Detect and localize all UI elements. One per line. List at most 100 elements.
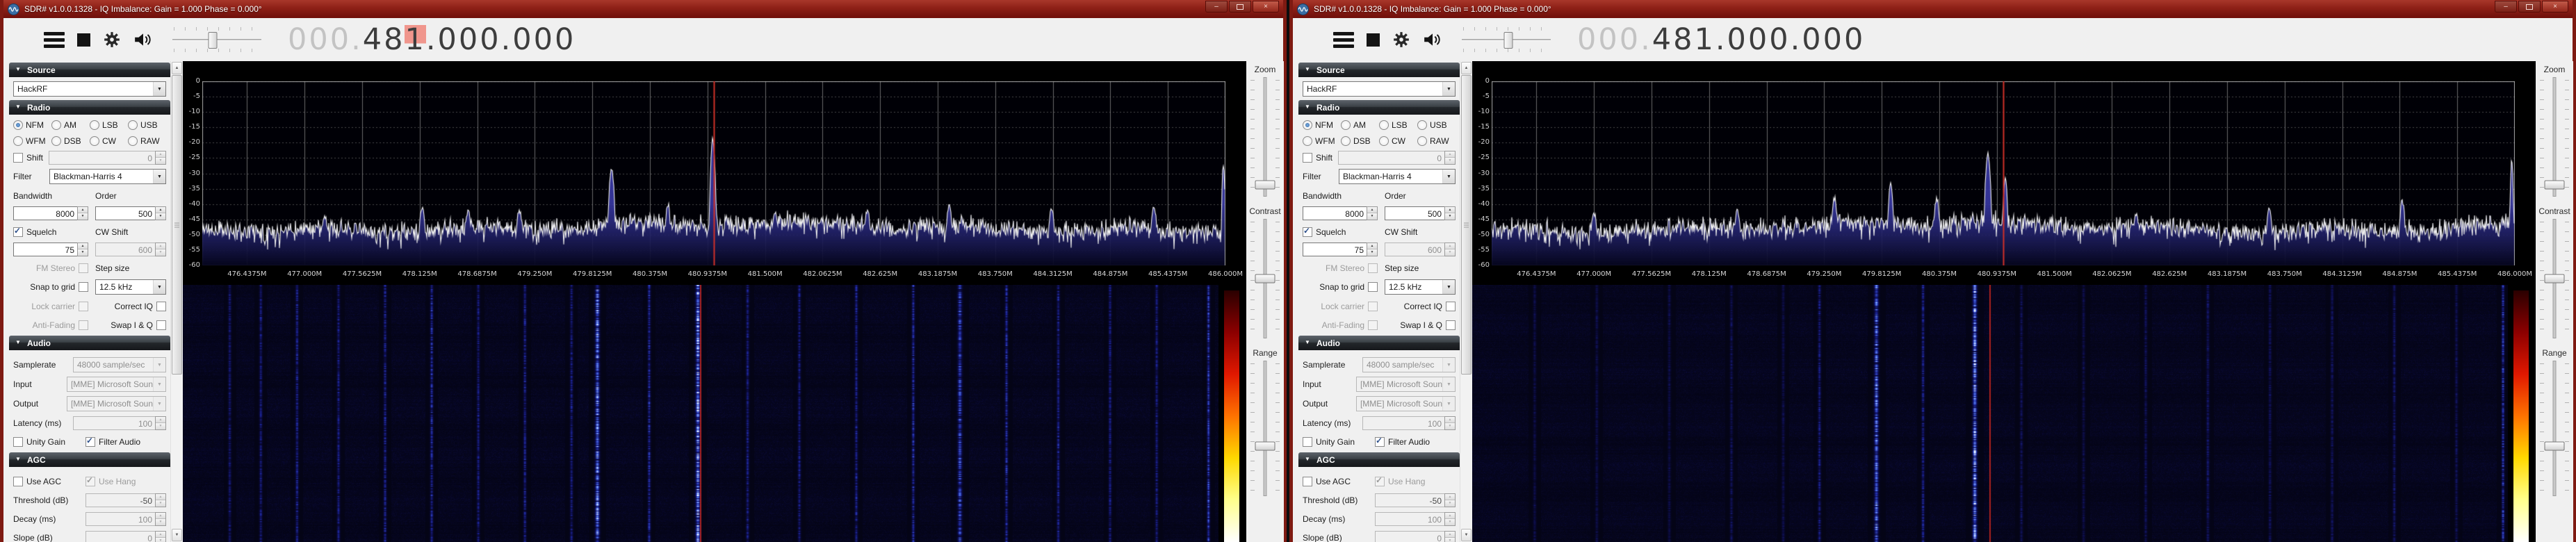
- mode-nfm-radio[interactable]: NFM: [1303, 120, 1341, 130]
- waterfall-display[interactable]: [183, 285, 1218, 542]
- scroll-up-arrow-icon[interactable]: ▲: [172, 62, 182, 74]
- radio-panel-header[interactable]: ▼ Radio: [9, 100, 170, 115]
- mode-wfm-radio[interactable]: WFM: [13, 136, 51, 146]
- frequency-digits[interactable]: .000.000: [1715, 22, 1865, 57]
- mode-raw-radio[interactable]: RAW: [1417, 136, 1456, 146]
- freq-digit-highlight[interactable]: 1: [1694, 25, 1715, 55]
- frequency-display[interactable]: 000.481.000.000: [288, 25, 576, 55]
- spectrum-plot[interactable]: [202, 81, 1225, 265]
- snap-to-grid-checkbox[interactable]: [1368, 282, 1378, 292]
- mode-dsb-radio[interactable]: DSB: [1341, 136, 1379, 146]
- maximize-button[interactable]: [1229, 1, 1251, 13]
- scroll-up-arrow-icon[interactable]: ▲: [1461, 62, 1472, 74]
- stop-button[interactable]: [1367, 33, 1380, 47]
- frequency-leading-zeros[interactable]: 000.: [1577, 22, 1652, 57]
- mode-cw-radio[interactable]: CW: [90, 136, 128, 146]
- correct-iq-checkbox[interactable]: [156, 302, 166, 311]
- squelch-input[interactable]: 75 ▲▼: [1303, 243, 1378, 256]
- source-device-select[interactable]: HackRF ▼: [1303, 81, 1456, 97]
- titlebar[interactable]: SDR# v1.0.0.1328 - IQ Imbalance: Gain = …: [3, 0, 1283, 18]
- contrast-slider[interactable]: [2539, 219, 2570, 338]
- mode-am-radio[interactable]: AM: [1341, 120, 1379, 130]
- volume-slider[interactable]: [1462, 27, 1551, 52]
- unity-gain-checkbox[interactable]: [13, 437, 23, 447]
- close-button[interactable]: ×: [1253, 1, 1279, 13]
- mode-lsb-radio[interactable]: LSB: [90, 120, 128, 130]
- squelch-input[interactable]: 75 ▲▼: [13, 243, 88, 256]
- volume-thumb[interactable]: [1503, 32, 1513, 49]
- mode-raw-radio[interactable]: RAW: [128, 136, 166, 146]
- radio-panel-header[interactable]: ▼ Radio: [1298, 100, 1460, 115]
- filter-select[interactable]: Blackman-Harris 4 ▼: [49, 169, 166, 184]
- use-agc-checkbox[interactable]: [13, 477, 23, 486]
- filter-select[interactable]: Blackman-Harris 4 ▼: [1339, 169, 1456, 184]
- range-slider[interactable]: [1250, 361, 1280, 496]
- maximize-button[interactable]: [2518, 1, 2541, 13]
- agc-panel-header[interactable]: ▼ AGC: [1298, 452, 1460, 467]
- step-size-select[interactable]: 12.5 kHz ▼: [95, 279, 166, 295]
- bandwidth-input[interactable]: 8000 ▲▼: [13, 206, 88, 220]
- mode-wfm-radio[interactable]: WFM: [1303, 136, 1341, 146]
- freq-digit-highlight[interactable]: 1: [405, 25, 425, 55]
- spinner-arrows-icon[interactable]: ▲▼: [1444, 206, 1456, 220]
- correct-iq-checkbox[interactable]: [1446, 302, 1456, 311]
- scrollbar-thumb[interactable]: [1461, 75, 1472, 375]
- audio-mute-button[interactable]: [1423, 31, 1442, 48]
- minimize-button[interactable]: –: [2495, 1, 2517, 13]
- order-input[interactable]: 500 ▲▼: [95, 206, 166, 220]
- mode-lsb-radio[interactable]: LSB: [1379, 120, 1417, 130]
- shift-checkbox[interactable]: [1303, 153, 1312, 163]
- filter-audio-checkbox[interactable]: [1375, 437, 1385, 447]
- volume-thumb[interactable]: [208, 32, 217, 49]
- slider-thumb[interactable]: [1255, 441, 1275, 450]
- audio-mute-button[interactable]: [133, 31, 153, 48]
- audio-panel-header[interactable]: ▼ Audio: [1298, 336, 1460, 350]
- mode-usb-radio[interactable]: USB: [1417, 120, 1456, 130]
- sidebar-scrollbar[interactable]: ▲ ▼: [1460, 61, 1472, 542]
- source-panel-header[interactable]: ▼ Source: [9, 63, 170, 77]
- stop-button[interactable]: [77, 33, 90, 47]
- scroll-down-arrow-icon[interactable]: ▼: [172, 529, 182, 541]
- mode-nfm-radio[interactable]: NFM: [13, 120, 51, 130]
- slider-thumb[interactable]: [1255, 274, 1275, 284]
- spinner-arrows-icon[interactable]: ▲▼: [77, 206, 88, 220]
- step-size-select[interactable]: 12.5 kHz ▼: [1385, 279, 1456, 295]
- scroll-down-arrow-icon[interactable]: ▼: [1461, 529, 1472, 541]
- zoom-slider[interactable]: [2539, 77, 2570, 197]
- zoom-slider[interactable]: [1250, 77, 1280, 197]
- volume-slider[interactable]: [172, 27, 261, 52]
- menu-button[interactable]: [44, 32, 65, 48]
- menu-button[interactable]: [1333, 32, 1354, 48]
- spinner-arrows-icon[interactable]: ▲▼: [1367, 243, 1378, 256]
- agc-panel-header[interactable]: ▼ AGC: [9, 452, 170, 467]
- settings-button[interactable]: [1392, 31, 1410, 49]
- titlebar[interactable]: SDR# v1.0.0.1328 - IQ Imbalance: Gain = …: [1293, 0, 2573, 18]
- spinner-arrows-icon[interactable]: ▲▼: [77, 243, 88, 256]
- spectrum-plot[interactable]: [1492, 81, 2515, 265]
- swap-iq-checkbox[interactable]: [1446, 320, 1456, 330]
- settings-button[interactable]: [103, 31, 121, 49]
- filter-audio-checkbox[interactable]: [85, 437, 95, 447]
- contrast-slider[interactable]: [1250, 219, 1280, 338]
- mode-am-radio[interactable]: AM: [51, 120, 90, 130]
- shift-checkbox[interactable]: [13, 153, 23, 163]
- swap-iq-checkbox[interactable]: [156, 320, 166, 330]
- spinner-arrows-icon[interactable]: ▲▼: [1367, 206, 1378, 220]
- source-panel-header[interactable]: ▼ Source: [1298, 63, 1460, 77]
- frequency-digits[interactable]: 48: [1652, 22, 1695, 57]
- close-button[interactable]: ×: [2542, 1, 2568, 13]
- mode-dsb-radio[interactable]: DSB: [51, 136, 90, 146]
- use-agc-checkbox[interactable]: [1303, 477, 1312, 486]
- slider-thumb[interactable]: [2545, 274, 2565, 284]
- mode-cw-radio[interactable]: CW: [1379, 136, 1417, 146]
- minimize-button[interactable]: –: [1205, 1, 1228, 13]
- slider-thumb[interactable]: [1255, 180, 1275, 189]
- source-device-select[interactable]: HackRF ▼: [13, 81, 166, 97]
- frequency-display[interactable]: 000.481.000.000: [1577, 25, 1865, 55]
- slider-thumb[interactable]: [2545, 441, 2565, 450]
- snap-to-grid-checkbox[interactable]: [79, 282, 88, 292]
- bandwidth-input[interactable]: 8000 ▲▼: [1303, 206, 1378, 220]
- audio-panel-header[interactable]: ▼ Audio: [9, 336, 170, 350]
- frequency-digits[interactable]: .000.000: [426, 22, 576, 57]
- frequency-digits[interactable]: 48: [363, 22, 405, 57]
